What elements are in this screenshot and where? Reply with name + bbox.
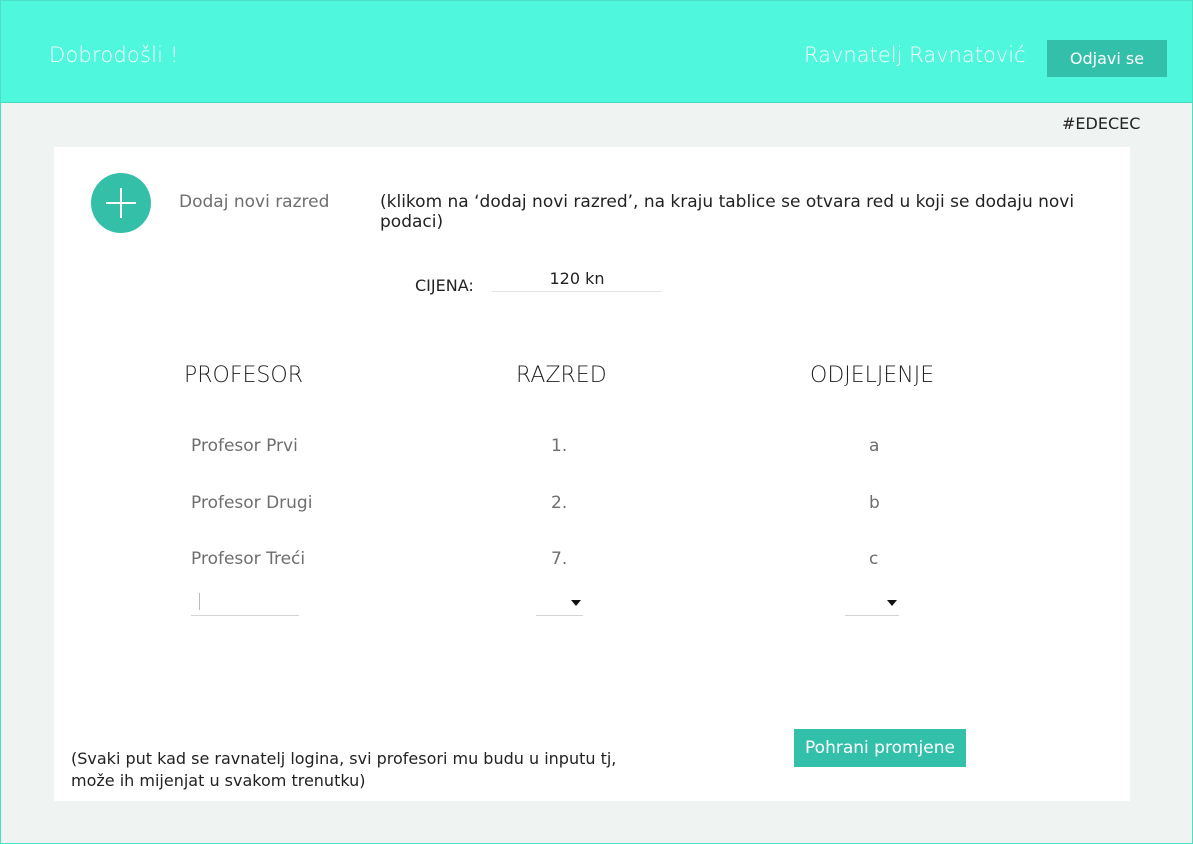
footer-note: (Svaki put kad se ravnatelj logina, svi …	[71, 749, 617, 790]
row-2-profesor[interactable]: Profesor Drugi	[191, 493, 312, 513]
row-1-odjeljenje[interactable]: a	[869, 436, 879, 456]
add-class-note: (klikom na ‘dodaj novi razred’, na kraju…	[380, 192, 1075, 232]
add-class-button[interactable]	[91, 173, 151, 233]
top-header: Dobrodošli ! Ravnatelj Ravnatović Odjavi…	[1, 1, 1192, 103]
color-note: #EDECEC	[1062, 114, 1141, 133]
row-3-profesor[interactable]: Profesor Treći	[191, 549, 305, 569]
logout-button[interactable]: Odjavi se	[1047, 40, 1167, 77]
text-caret	[199, 593, 200, 610]
row-2-odjeljenje[interactable]: b	[869, 493, 880, 513]
user-name: Ravnatelj Ravnatović	[804, 43, 1026, 67]
row-3-razred[interactable]: 7.	[551, 549, 567, 569]
row-2-razred[interactable]: 2.	[551, 493, 567, 513]
column-header-odjeljenje: ODJELJENJE	[810, 363, 935, 388]
new-odjeljenje-select[interactable]	[845, 590, 899, 616]
price-label: CIJENA:	[415, 276, 474, 295]
column-header-profesor: PROFESOR	[184, 363, 303, 388]
main-card: Dodaj novi razred (klikom na ‘dodaj novi…	[54, 147, 1130, 801]
chevron-down-icon	[887, 600, 897, 606]
add-class-label[interactable]: Dodaj novi razred	[179, 192, 329, 212]
welcome-text: Dobrodošli !	[49, 43, 179, 67]
new-razred-select[interactable]	[536, 590, 583, 616]
price-input[interactable]	[492, 265, 662, 292]
new-profesor-input[interactable]	[191, 590, 299, 616]
column-header-razred: RAZRED	[516, 363, 607, 388]
chevron-down-icon	[571, 600, 581, 606]
save-changes-button[interactable]: Pohrani promjene	[794, 729, 966, 767]
row-1-profesor[interactable]: Profesor Prvi	[191, 436, 298, 456]
row-1-razred[interactable]: 1.	[551, 436, 567, 456]
row-3-odjeljenje[interactable]: c	[869, 549, 878, 569]
